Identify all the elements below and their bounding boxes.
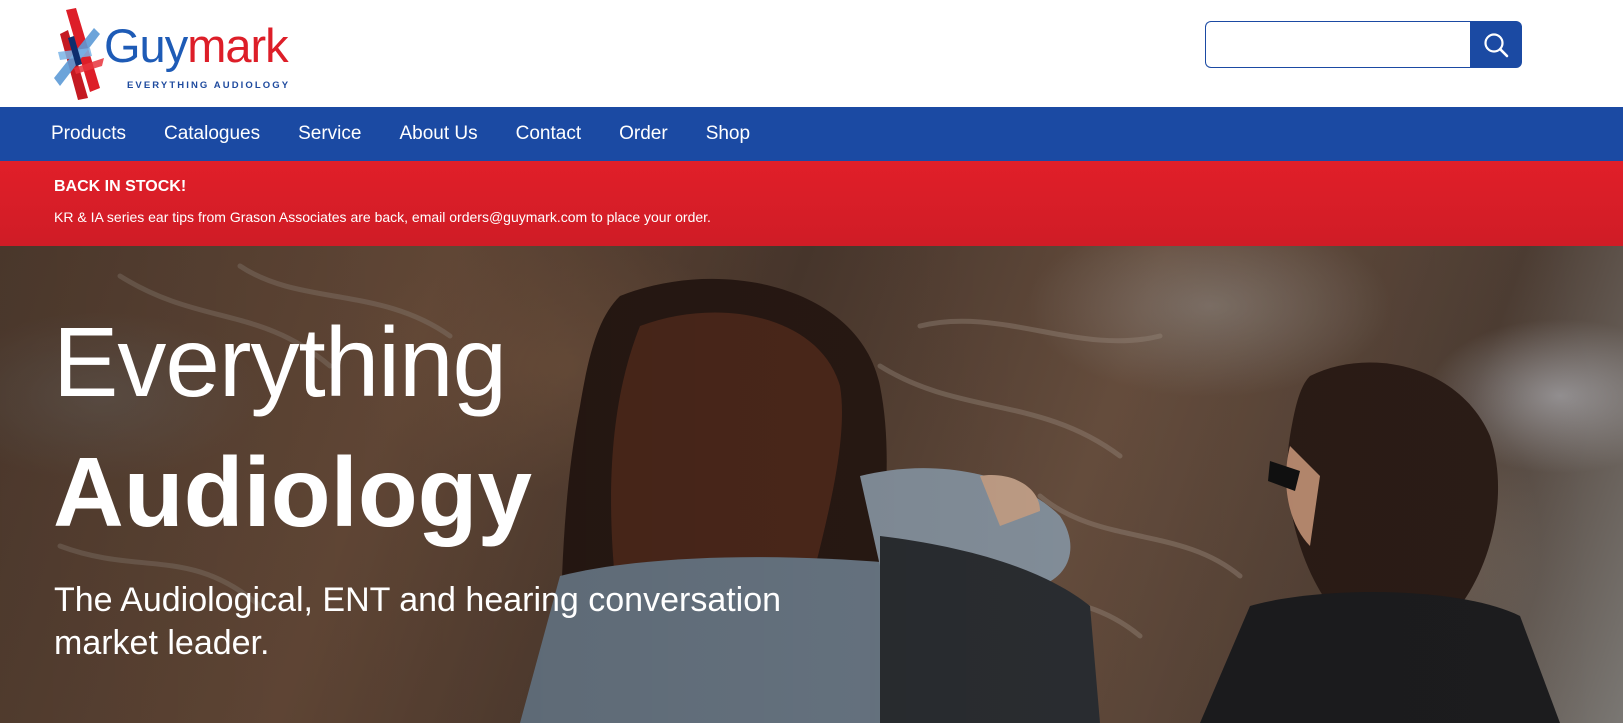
logo-tagline: EVERYTHING AUDIOLOGY bbox=[127, 80, 291, 91]
logo-wordmark: Guymark bbox=[104, 19, 289, 72]
search-button[interactable] bbox=[1470, 21, 1522, 68]
search-icon bbox=[1484, 32, 1509, 57]
search-bar bbox=[1205, 21, 1522, 68]
logo-word-part2: mark bbox=[187, 19, 288, 72]
nav-item-shop[interactable]: Shop bbox=[687, 107, 769, 161]
logo-word-part1: Guy bbox=[104, 19, 188, 72]
hero-heading-line2: Audiology bbox=[53, 437, 533, 547]
hero-subtitle: The Audiological, ENT and hearing conver… bbox=[54, 581, 782, 662]
alert-text: KR & IA series ear tips from Grason Asso… bbox=[54, 209, 711, 225]
alert-title: BACK IN STOCK! bbox=[54, 178, 187, 195]
nav-item-catalogues[interactable]: Catalogues bbox=[145, 107, 279, 161]
guymark-logo[interactable]: Guymark EVERYTHING AUDIOLOGY bbox=[54, 8, 294, 100]
search-input[interactable] bbox=[1205, 21, 1470, 68]
hero-heading-line1: Everything bbox=[53, 307, 507, 417]
stock-alert-banner: BACK IN STOCK! KR & IA series ear tips f… bbox=[0, 161, 1623, 246]
nav-item-order[interactable]: Order bbox=[600, 107, 687, 161]
nav-item-about-us[interactable]: About Us bbox=[380, 107, 496, 161]
nav-item-products[interactable]: Products bbox=[32, 107, 145, 161]
main-nav: Products Catalogues Service About Us Con… bbox=[0, 107, 1623, 161]
site-header: Guymark EVERYTHING AUDIOLOGY bbox=[0, 0, 1623, 107]
nav-item-service[interactable]: Service bbox=[279, 107, 380, 161]
nav-item-contact[interactable]: Contact bbox=[497, 107, 600, 161]
hero-banner: Everything Audiology The Audiological, E… bbox=[0, 246, 1623, 723]
